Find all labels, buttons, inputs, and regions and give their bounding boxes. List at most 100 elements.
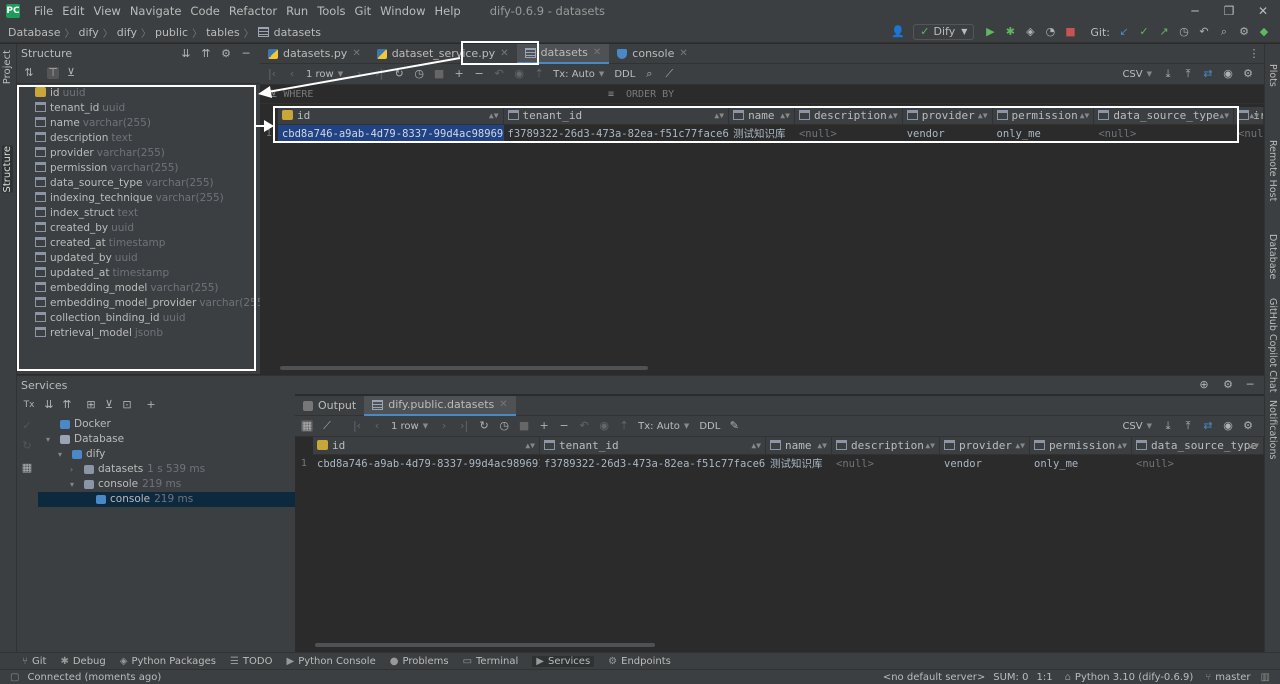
- plots-tool-button[interactable]: Plots: [1267, 64, 1278, 87]
- sort-icon[interactable]: ▲▼: [1219, 107, 1229, 125]
- structure-column-item[interactable]: updated_by uuid: [17, 251, 260, 266]
- tool-window-problems[interactable]: ● Problems: [390, 656, 449, 667]
- layout-icon[interactable]: ▦: [21, 462, 33, 474]
- services-tab-Output[interactable]: Output: [295, 396, 364, 416]
- stop-icon[interactable]: ■: [1064, 26, 1076, 38]
- rollback-icon[interactable]: ↶: [1198, 26, 1210, 38]
- structure-column-item[interactable]: created_at timestamp: [17, 236, 260, 251]
- tx-icon[interactable]: Tx: [23, 399, 35, 411]
- gear-icon[interactable]: ⚙: [1242, 420, 1254, 432]
- sort-icon[interactable]: ▲▼: [1249, 107, 1259, 125]
- view-icon[interactable]: ◉: [1222, 68, 1234, 80]
- table-cell[interactable]: f3789322-26d3-473a-82ea-f51c77face65: [540, 455, 766, 473]
- filter-icon[interactable]: ⊻: [65, 67, 77, 79]
- menu-item-run[interactable]: Run: [286, 4, 308, 18]
- tree-item[interactable]: console 219 ms: [38, 492, 295, 507]
- sort-icon[interactable]: ▲▼: [751, 437, 761, 455]
- close-tab-icon[interactable]: ✕: [679, 44, 687, 64]
- breadcrumb-item[interactable]: public: [155, 26, 188, 39]
- sort-icon[interactable]: ▲▼: [978, 107, 988, 125]
- breadcrumb-item[interactable]: Database: [8, 26, 61, 39]
- profile-icon[interactable]: ◔: [1044, 26, 1056, 38]
- run-configuration-select[interactable]: ✓ Dify ▼: [913, 24, 975, 40]
- submit-icon[interactable]: ⇡: [618, 420, 630, 432]
- sort-icon[interactable]: ▲▼: [1015, 437, 1025, 455]
- structure-column-item[interactable]: provider varchar(255): [17, 146, 260, 161]
- column-header-permission[interactable]: permission ▲▼: [993, 106, 1095, 125]
- export-icon[interactable]: ⤓: [1162, 420, 1174, 432]
- structure-column-item[interactable]: description text: [17, 131, 260, 146]
- sort-icon[interactable]: ▲▼: [1249, 437, 1259, 455]
- breadcrumb-item[interactable]: datasets: [274, 26, 321, 39]
- sort-icon[interactable]: ▲▼: [525, 437, 535, 455]
- check-icon[interactable]: ✓: [21, 420, 33, 432]
- column-header-id[interactable]: id ▲▼: [313, 436, 540, 455]
- copilot-icon[interactable]: ◆: [1258, 26, 1270, 38]
- column-header-permission[interactable]: permission ▲▼: [1030, 436, 1132, 455]
- structure-tool-button[interactable]: Structure: [2, 146, 13, 193]
- rerun-icon[interactable]: ↻: [21, 440, 33, 452]
- breadcrumb-item[interactable]: dify: [117, 26, 137, 39]
- settings-gear-icon[interactable]: ⚙: [1238, 26, 1250, 38]
- submit-icon[interactable]: ⇡: [533, 68, 545, 80]
- export-icon[interactable]: ⤓: [1162, 68, 1174, 80]
- structure-column-item[interactable]: updated_at timestamp: [17, 266, 260, 281]
- menu-item-code[interactable]: Code: [190, 4, 219, 18]
- export-format-select[interactable]: CSV: [1122, 421, 1142, 432]
- structure-column-item[interactable]: id uuid: [17, 86, 260, 101]
- sort-icon[interactable]: ▲▼: [817, 437, 827, 455]
- reload-icon[interactable]: ↻: [478, 420, 490, 432]
- gear-icon[interactable]: ⚙: [1222, 379, 1234, 391]
- column-header-provider[interactable]: provider ▲▼: [940, 436, 1030, 455]
- more-tabs-icon[interactable]: ⋮: [1248, 48, 1260, 60]
- sort-icon[interactable]: ▲▼: [1117, 437, 1127, 455]
- menu-item-refactor[interactable]: Refactor: [229, 4, 277, 18]
- sort-icon[interactable]: ▲▼: [888, 107, 898, 125]
- chevron-right-icon[interactable]: ›: [70, 462, 80, 477]
- sort-icon[interactable]: ▲▼: [780, 107, 790, 125]
- maximize-icon[interactable]: ❐: [1212, 0, 1246, 22]
- transaction-mode-select[interactable]: Tx: Auto: [638, 421, 680, 432]
- menu-item-help[interactable]: Help: [435, 4, 461, 18]
- menu-item-file[interactable]: File: [34, 4, 53, 18]
- table-view-icon[interactable]: ▦: [301, 420, 313, 432]
- pin-icon[interactable]: ✎: [728, 420, 740, 432]
- coverage-icon[interactable]: ◈: [1024, 26, 1036, 38]
- structure-column-item[interactable]: embedding_model_provider varchar(255): [17, 296, 267, 311]
- tree-item[interactable]: ▾ console 219 ms: [38, 477, 295, 492]
- history-icon[interactable]: ◷: [1178, 26, 1190, 38]
- structure-column-item[interactable]: indexing_technique varchar(255): [17, 191, 260, 206]
- row-number[interactable]: 1: [295, 455, 313, 473]
- table-cell[interactable]: only_me: [993, 125, 1095, 143]
- export-format-select[interactable]: CSV: [1122, 69, 1142, 80]
- chevron-down-icon[interactable]: ▾: [58, 447, 68, 462]
- table-cell[interactable]: <null>: [1132, 455, 1264, 473]
- breadcrumb-item[interactable]: tables: [206, 26, 240, 39]
- lock-icon[interactable]: ⌂: [1065, 672, 1071, 683]
- interpreter-indicator[interactable]: Python 3.10 (dify-0.6.9): [1075, 672, 1193, 683]
- horizontal-scrollbar[interactable]: [315, 643, 655, 647]
- close-tab-icon[interactable]: ✕: [499, 395, 507, 415]
- table-cell[interactable]: 测试知识库: [729, 125, 795, 143]
- table-cell[interactable]: f3789322-26d3-473a-82ea-f51c77face65: [504, 125, 730, 143]
- collapse-all-icon[interactable]: ⇈: [61, 399, 73, 411]
- structure-column-item[interactable]: retrieval_model jsonb: [17, 326, 260, 341]
- table-cell[interactable]: 测试知识库: [766, 455, 832, 473]
- delete-row-icon[interactable]: −: [558, 420, 570, 432]
- add-service-icon[interactable]: +: [145, 399, 157, 411]
- sort-alphabetically-icon[interactable]: ⇅: [23, 67, 35, 79]
- status-message[interactable]: Connected (moments ago): [27, 672, 161, 683]
- preview-changes-icon[interactable]: ◉: [513, 68, 525, 80]
- table-cell[interactable]: vendor: [940, 455, 1030, 473]
- tool-window-endpoints[interactable]: ⚙ Endpoints: [608, 656, 671, 667]
- column-header-description[interactable]: description ▲▼: [795, 106, 903, 125]
- preview-changes-icon[interactable]: ◉: [598, 420, 610, 432]
- project-tool-button[interactable]: Project: [2, 50, 13, 84]
- import-icon[interactable]: ⤒: [1182, 420, 1194, 432]
- gear-icon[interactable]: ⚙: [1242, 68, 1254, 80]
- sort-icon[interactable]: ▲▼: [489, 107, 499, 125]
- column-header-name[interactable]: name ▲▼: [729, 106, 795, 125]
- services-tab-dify-public-datasets[interactable]: dify.public.datasets ✕: [364, 395, 516, 416]
- filter-icon[interactable]: ⊻: [103, 399, 115, 411]
- column-header-description[interactable]: description ▲▼: [832, 436, 940, 455]
